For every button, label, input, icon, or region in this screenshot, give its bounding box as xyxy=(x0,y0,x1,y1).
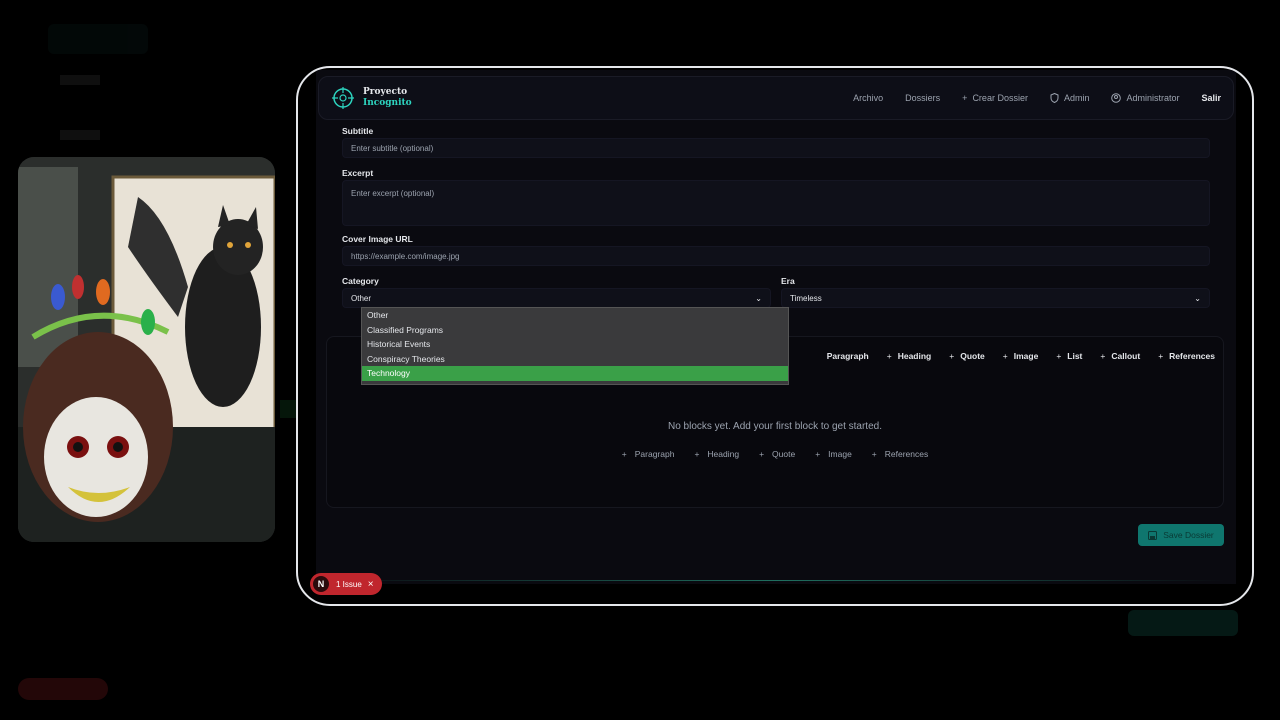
category-value: Other xyxy=(351,293,372,303)
plus-icon: + xyxy=(759,449,765,459)
nav-admin[interactable]: Admin xyxy=(1050,93,1090,103)
footer-divider xyxy=(326,580,1226,581)
top-nav: Proyecto Incognito Archivo Dossiers + Cre… xyxy=(318,76,1234,120)
add-heading-label: Heading xyxy=(897,351,932,361)
crosshair-logo-icon xyxy=(331,86,355,110)
dropdown-option[interactable]: Conspiracy Theories xyxy=(362,352,788,367)
close-icon[interactable]: × xyxy=(368,579,374,590)
nav-user[interactable]: Administrator xyxy=(1111,93,1179,103)
dropdown-option[interactable]: Classified Programs xyxy=(362,323,788,338)
shield-icon xyxy=(1050,93,1059,103)
nextjs-icon: N xyxy=(313,576,329,592)
quick-add-quote[interactable]: + Quote xyxy=(759,449,795,459)
quick-add-references-label: References xyxy=(884,449,929,459)
chevron-down-icon: ⌄ xyxy=(755,293,762,303)
dropdown-option-highlighted[interactable]: Technology xyxy=(362,366,788,381)
category-select[interactable]: Other ⌄ xyxy=(342,288,771,308)
add-list-button[interactable]: + List xyxy=(1056,351,1082,361)
webcam-image xyxy=(18,157,275,542)
add-references-button[interactable]: + References xyxy=(1158,351,1215,361)
add-quote-label: Quote xyxy=(960,351,985,361)
category-label: Category xyxy=(342,276,379,286)
era-value: Timeless xyxy=(790,293,822,303)
era-label: Era xyxy=(781,276,795,286)
add-callout-label: Callout xyxy=(1111,351,1141,361)
app-viewport: Proyecto Incognito Archivo Dossiers + Cre… xyxy=(316,70,1236,584)
plus-icon: + xyxy=(871,449,877,459)
category-dropdown: Other Classified Programs Historical Eve… xyxy=(361,307,789,385)
cover-image-input[interactable]: https://example.com/image.jpg xyxy=(342,246,1210,266)
quick-add-paragraph-label: Paragraph xyxy=(634,449,675,459)
save-dossier-label: Save Dossier xyxy=(1163,530,1214,540)
nav-dossiers[interactable]: Dossiers xyxy=(905,93,940,103)
quick-add-heading-label: Heading xyxy=(707,449,740,459)
plus-icon: + xyxy=(694,449,700,459)
plus-icon: + xyxy=(949,351,955,361)
brand[interactable]: Proyecto Incognito xyxy=(363,87,412,109)
dropdown-option[interactable]: Other xyxy=(362,308,788,323)
brand-line1: Proyecto xyxy=(363,87,408,97)
quick-add-references[interactable]: + References xyxy=(872,449,928,459)
add-quote-button[interactable]: + Quote xyxy=(949,351,985,361)
nav-crear-dossier[interactable]: + Crear Dossier xyxy=(962,93,1028,103)
dropdown-option[interactable]: Historical Events xyxy=(362,337,788,352)
cover-image-label: Cover Image URL xyxy=(342,234,413,244)
empty-state-text: No blocks yet. Add your first block to g… xyxy=(668,421,882,432)
issues-badge[interactable]: N 1 Issue × xyxy=(310,573,382,595)
plus-icon: + xyxy=(1002,351,1008,361)
quick-add-quote-label: Quote xyxy=(772,449,796,459)
subtitle-label: Subtitle xyxy=(342,126,374,136)
add-image-button[interactable]: + Image xyxy=(1003,351,1039,361)
plus-icon: + xyxy=(1100,351,1106,361)
save-icon xyxy=(1148,530,1158,540)
era-select[interactable]: Timeless ⌄ xyxy=(781,288,1210,308)
quick-add-heading[interactable]: + Heading xyxy=(694,449,739,459)
add-paragraph-label: Paragraph xyxy=(826,351,869,361)
add-paragraph-button[interactable]: +Paragraph xyxy=(816,351,869,361)
plus-icon: + xyxy=(1056,351,1062,361)
quick-add-image[interactable]: + Image xyxy=(815,449,852,459)
plus-icon: + xyxy=(962,93,968,103)
nav-archivo[interactable]: Archivo xyxy=(853,93,883,103)
add-references-label: References xyxy=(1169,351,1215,361)
nav-salir[interactable]: Salir xyxy=(1201,93,1221,103)
nav-user-label: Administrator xyxy=(1126,93,1180,103)
chevron-down-icon: ⌄ xyxy=(1194,293,1201,303)
quick-add-image-label: Image xyxy=(828,449,852,459)
plus-icon: + xyxy=(1158,351,1164,361)
issue-count: 1 Issue xyxy=(336,579,362,589)
save-dossier-button[interactable]: Save Dossier xyxy=(1138,524,1224,546)
plus-icon: + xyxy=(621,449,627,459)
plus-icon: + xyxy=(886,351,892,361)
quick-add-paragraph[interactable]: + Paragraph xyxy=(622,449,675,459)
nav-crear-dossier-label: Crear Dossier xyxy=(972,93,1028,103)
nav-admin-label: Admin xyxy=(1063,93,1090,103)
block-toolbar: +Paragraph +Heading +Quote +Image +List … xyxy=(816,351,1215,361)
add-list-label: List xyxy=(1067,351,1083,361)
add-heading-button[interactable]: + Heading xyxy=(887,351,932,361)
add-callout-button[interactable]: + Callout xyxy=(1100,351,1140,361)
brand-line2: Incognito xyxy=(363,98,412,108)
browser-frame: Proyecto Incognito Archivo Dossiers + Cre… xyxy=(296,66,1254,606)
excerpt-label: Excerpt xyxy=(342,168,374,178)
webcam-overlay xyxy=(18,157,275,542)
subtitle-input[interactable]: Enter subtitle (optional) xyxy=(342,138,1210,158)
add-image-label: Image xyxy=(1013,351,1039,361)
quick-add-row: + Paragraph + Heading + Quote + Image + Refer… xyxy=(327,449,1223,459)
plus-icon: + xyxy=(815,449,821,459)
user-circle-icon xyxy=(1111,93,1122,103)
excerpt-textarea[interactable]: Enter excerpt (optional) xyxy=(342,180,1210,226)
